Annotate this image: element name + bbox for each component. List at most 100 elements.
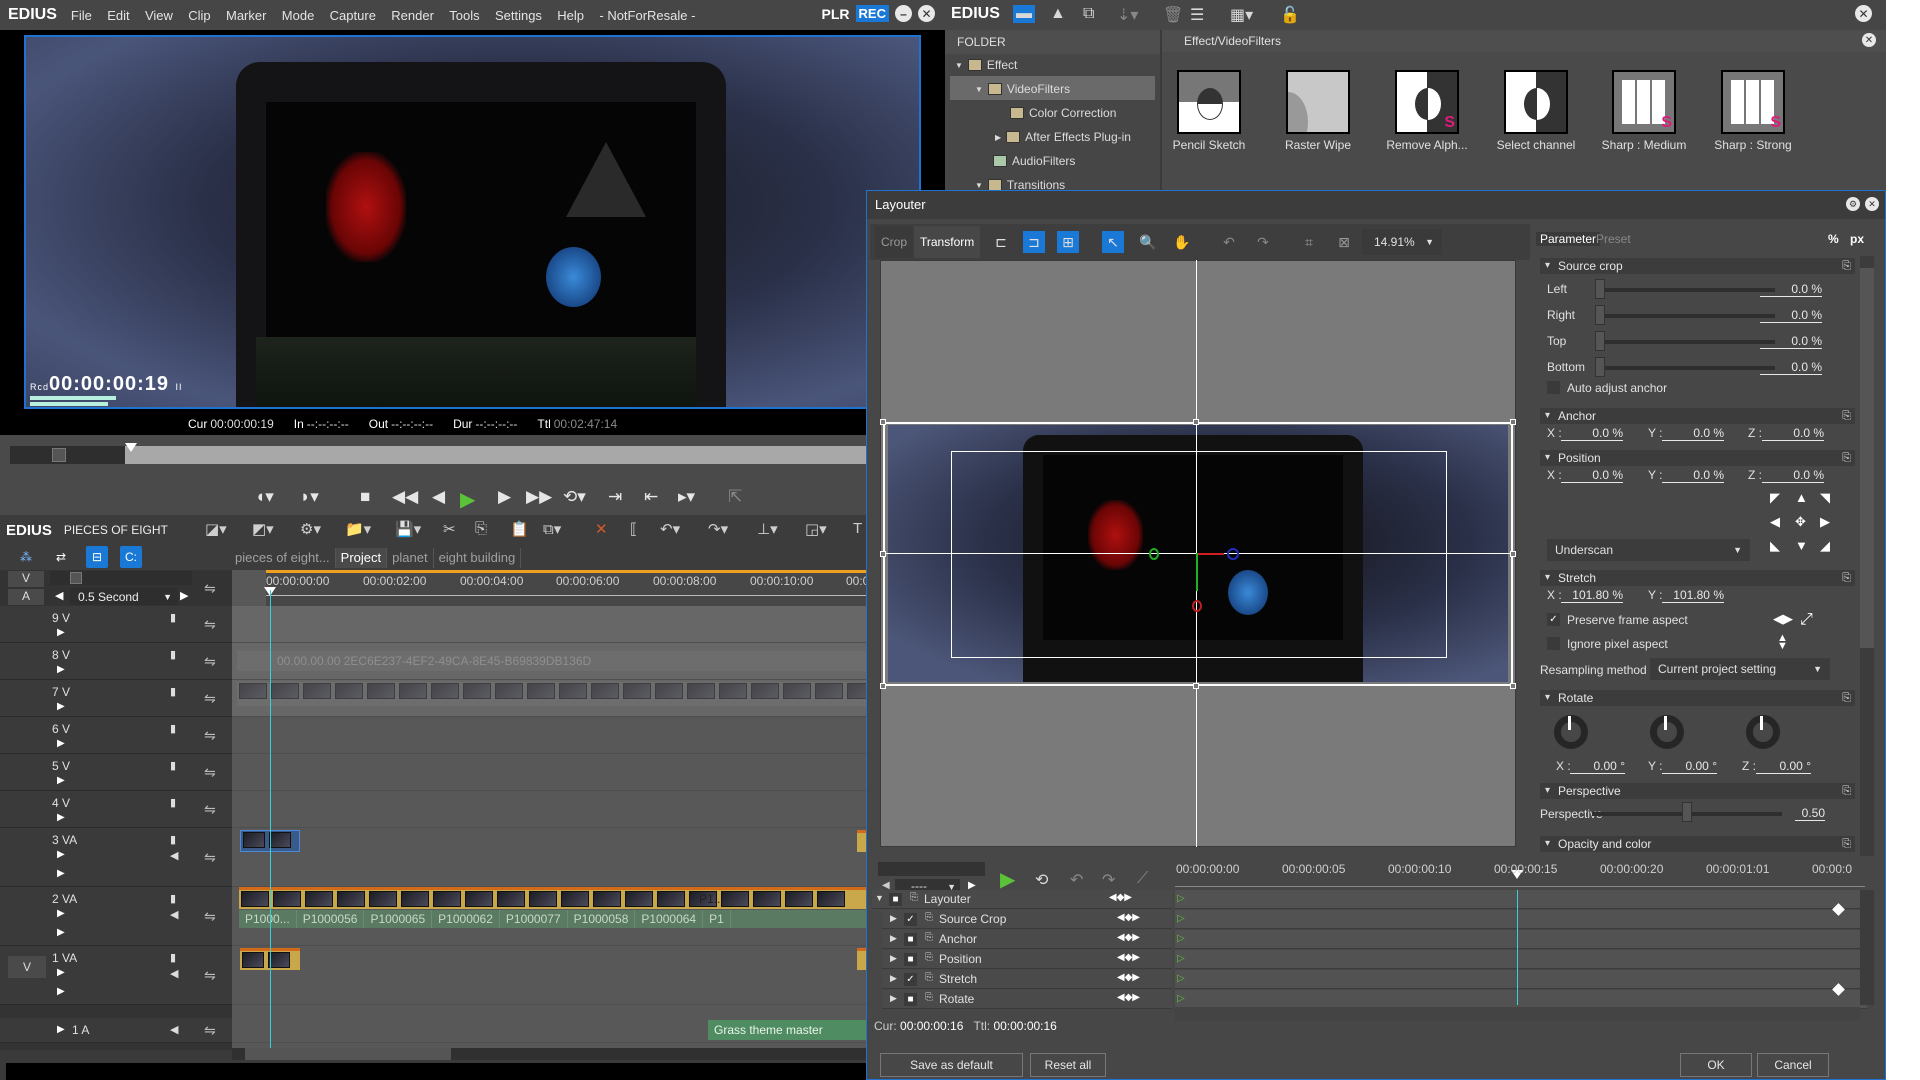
align-bottom-right-icon[interactable]: ◢ bbox=[1820, 538, 1830, 554]
reset-track-icon[interactable]: ⎘ bbox=[925, 912, 933, 923]
sync-lock-icon[interactable]: ⇋ bbox=[204, 580, 216, 597]
effect-item[interactable]: S Sharp : Strong bbox=[1703, 70, 1803, 152]
video-track-icon[interactable]: ▮ bbox=[170, 648, 176, 661]
preview-screen[interactable] bbox=[24, 35, 921, 409]
rotate-x-gizmo[interactable] bbox=[1192, 600, 1202, 612]
anchor-z-field[interactable]: 0.0 % bbox=[1762, 426, 1824, 441]
v-patch-label[interactable]: V bbox=[8, 571, 44, 587]
position-y-field[interactable]: 0.0 % bbox=[1662, 468, 1724, 483]
kf-redo-icon[interactable]: ↷ bbox=[1102, 870, 1115, 890]
timescale-select[interactable]: 0.5 Second ▼ bbox=[70, 588, 178, 605]
expand-icon[interactable]: ▶ bbox=[890, 933, 897, 944]
ignore-pixel-aspect-checkbox[interactable] bbox=[1547, 637, 1560, 650]
3d-mode-icon[interactable]: ⊐ bbox=[1023, 231, 1045, 253]
expand-track-icon[interactable]: ▶ bbox=[57, 627, 65, 638]
kf-undo-icon[interactable]: ↶ bbox=[1070, 870, 1083, 890]
align-right-icon[interactable]: ▶ bbox=[1820, 514, 1830, 530]
play-icon[interactable]: ▶ bbox=[460, 487, 475, 512]
resize-handle[interactable] bbox=[880, 551, 886, 557]
timeline-clip[interactable]: P1... bbox=[239, 887, 870, 909]
tab-transform[interactable]: Transform bbox=[914, 226, 981, 258]
new-sequence-alt-icon[interactable]: ◩▾ bbox=[252, 520, 274, 538]
shuttle-handle[interactable] bbox=[52, 448, 66, 462]
zoom-select[interactable]: 14.91% ▼ bbox=[1362, 229, 1442, 255]
resize-handle[interactable] bbox=[1193, 419, 1199, 425]
sync-lock-icon[interactable]: ⇋ bbox=[204, 653, 216, 670]
insert-to-timeline-icon[interactable]: ⇥ bbox=[608, 487, 622, 507]
set-out-icon[interactable]: ◗▾ bbox=[300, 487, 319, 507]
resize-handle[interactable] bbox=[1510, 419, 1516, 425]
fit-frame-icon[interactable]: ⌗ bbox=[1298, 231, 1320, 253]
bin-close-icon[interactable]: ✕ bbox=[1855, 5, 1872, 22]
rotate-y-field[interactable]: 0.00 ° bbox=[1662, 759, 1717, 774]
align-bottom-icon[interactable]: ▼ bbox=[1795, 538, 1808, 553]
expand-waveform-icon[interactable]: ▶ bbox=[57, 868, 65, 879]
expand-track-icon[interactable]: ▶ bbox=[57, 812, 65, 823]
flip-vertical-icon[interactable]: ▲ ▼ bbox=[1777, 633, 1788, 652]
add-to-timeline-icon[interactable]: ⇣▾ bbox=[1117, 5, 1138, 25]
expand-track-icon[interactable]: ▶ bbox=[57, 849, 65, 860]
expand-track-icon[interactable]: ▶ bbox=[57, 738, 65, 749]
crop-slider-handle[interactable] bbox=[1595, 279, 1605, 299]
expand-icon[interactable]: ▶ bbox=[890, 973, 897, 984]
section-anchor[interactable]: Anchor ⎘ bbox=[1540, 408, 1855, 424]
section-opacity-color[interactable]: Opacity and color ⎘ bbox=[1540, 836, 1855, 852]
rotate-x-dial[interactable] bbox=[1554, 715, 1588, 749]
minimize-icon[interactable]: – bbox=[895, 5, 912, 22]
tree-item-audiofilters[interactable]: AudioFilters bbox=[993, 154, 1075, 168]
fit-window-icon[interactable]: ⊠ bbox=[1333, 231, 1355, 253]
sync-lock-icon[interactable]: ⇋ bbox=[204, 849, 216, 866]
unit-px-button[interactable]: px bbox=[1850, 232, 1864, 246]
list-view-icon[interactable]: ☰ bbox=[1190, 5, 1204, 25]
new-sequence-icon[interactable]: ◪▾ bbox=[205, 520, 227, 538]
kf-track-checkbox[interactable]: ✓ bbox=[904, 973, 917, 986]
reset-section-icon[interactable]: ⎘ bbox=[1842, 783, 1851, 799]
crop-right-slider[interactable] bbox=[1600, 314, 1775, 318]
fast-forward-icon[interactable]: ▶▶ bbox=[526, 487, 552, 507]
timeline-hscroll-thumb[interactable] bbox=[245, 1048, 451, 1060]
track-lane[interactable] bbox=[232, 754, 870, 791]
kf-track-row[interactable]: ▶ ■ ⎘ Anchor ◀◆▶ bbox=[882, 930, 1172, 949]
reset-track-icon[interactable]: ⎘ bbox=[925, 992, 933, 1003]
timeline-clip[interactable] bbox=[237, 682, 870, 706]
tree-item-effect[interactable]: ▼ Effect bbox=[955, 58, 1017, 72]
kf-loop-icon[interactable]: ⟲ bbox=[1035, 870, 1048, 890]
preserve-frame-aspect-checkbox[interactable]: ✓ bbox=[1547, 613, 1560, 626]
crop-top-field[interactable]: 0.0 % bbox=[1760, 334, 1822, 349]
sequence-tab[interactable]: planet bbox=[387, 548, 434, 568]
position-bar[interactable] bbox=[10, 446, 870, 464]
export-icon[interactable]: ⇱ bbox=[728, 487, 742, 507]
stretch-y-field[interactable]: 101.80 % bbox=[1662, 588, 1724, 603]
zoom-tool-icon[interactable]: 🔍 bbox=[1137, 231, 1159, 253]
sync-lock-icon[interactable]: ⇋ bbox=[204, 908, 216, 925]
track-lane[interactable] bbox=[232, 946, 870, 1005]
keyframe-nav-icon[interactable]: ◀◆▶ bbox=[1117, 992, 1140, 1003]
section-rotate[interactable]: Rotate ⎘ bbox=[1540, 690, 1855, 706]
expand-track-icon[interactable]: ▶ bbox=[57, 967, 65, 978]
a-patch-label[interactable]: A bbox=[8, 589, 44, 605]
scale-next-icon[interactable]: ▶ bbox=[180, 589, 188, 602]
video-track-icon[interactable]: ▮ bbox=[170, 951, 176, 964]
kf-lane[interactable]: ▷ bbox=[1175, 910, 1867, 929]
reset-section-icon[interactable]: ⎘ bbox=[1842, 836, 1851, 852]
kf-graph-icon[interactable]: ⟋ bbox=[1137, 870, 1148, 888]
group-link-icon[interactable]: ⊟ bbox=[86, 546, 108, 568]
sync-lock-icon[interactable]: ⇋ bbox=[204, 727, 216, 744]
align-left-icon[interactable]: ◀ bbox=[1770, 514, 1780, 530]
zoom-slider-handle[interactable] bbox=[70, 572, 82, 584]
rotate-y-dial[interactable] bbox=[1650, 715, 1684, 749]
kf-zoom-slider[interactable] bbox=[878, 862, 985, 876]
section-position[interactable]: Position ⎘ bbox=[1540, 450, 1855, 466]
perspective-value[interactable]: 0.50 bbox=[1795, 806, 1825, 821]
copy-icon[interactable]: ⎘ bbox=[475, 520, 487, 537]
video-track-icon[interactable]: ▮ bbox=[170, 892, 176, 905]
auto-adjust-anchor-checkbox[interactable] bbox=[1547, 381, 1560, 394]
crop-bottom-field[interactable]: 0.0 % bbox=[1760, 360, 1822, 375]
marker-icon[interactable]: ⊥▾ bbox=[757, 520, 778, 538]
track-lane[interactable] bbox=[232, 606, 870, 643]
kf-track-row[interactable]: ▼ ■ ⎘ Layouter ◀◆▶ bbox=[872, 890, 1172, 909]
ripple-delete-icon[interactable]: ⟦ bbox=[630, 520, 637, 538]
effect-item[interactable]: S Remove Alph... bbox=[1377, 70, 1477, 152]
step-back-icon[interactable]: ◀ bbox=[432, 487, 445, 507]
effect-item[interactable]: Raster Wipe bbox=[1268, 70, 1368, 152]
